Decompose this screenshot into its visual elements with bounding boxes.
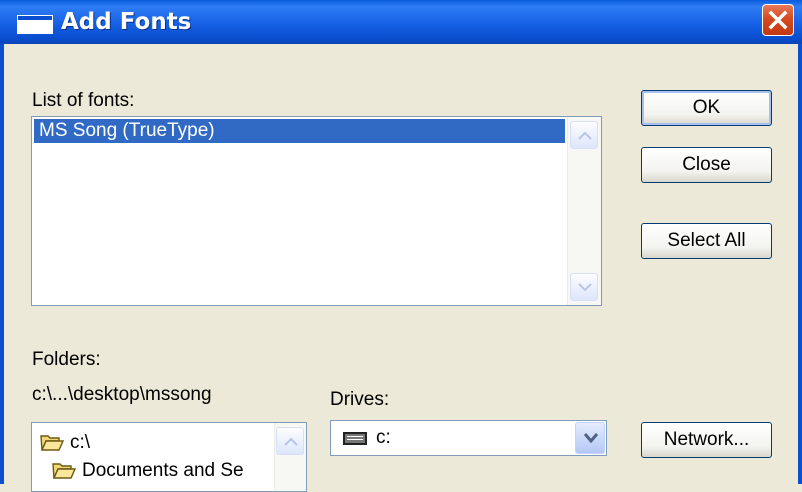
folder-label: Documents and Se	[82, 460, 244, 481]
chevron-up-icon	[578, 131, 592, 140]
chevron-up-icon	[284, 437, 298, 446]
chevron-down-icon	[578, 283, 592, 292]
title-bar[interactable]: Add Fonts	[0, 0, 802, 44]
chevron-down-icon	[584, 433, 598, 443]
select-all-button[interactable]: Select All	[641, 223, 772, 259]
folders-scrollbar[interactable]	[274, 423, 306, 491]
current-folder-path: c:\...\desktop\mssong	[32, 384, 212, 405]
window-frame-right	[798, 44, 802, 484]
close-icon	[768, 10, 788, 30]
drive-icon	[343, 432, 367, 445]
drives-selected-value: c:	[376, 427, 391, 448]
window-title: Add Fonts	[61, 9, 192, 35]
close-button[interactable]: Close	[641, 147, 772, 183]
open-folder-icon	[40, 435, 64, 451]
drives-dropdown-button[interactable]	[575, 422, 605, 454]
window-frame-left	[0, 44, 4, 484]
drives-dropdown[interactable]: c:	[330, 420, 607, 456]
drives-label: Drives:	[330, 389, 390, 410]
fonts-list-label: List of fonts:	[32, 90, 135, 111]
scroll-up-button[interactable]	[276, 427, 304, 455]
folder-label: c:\	[70, 432, 91, 453]
scroll-up-button[interactable]	[570, 121, 598, 149]
close-window-button[interactable]	[762, 4, 794, 36]
list-item[interactable]: MS Song (TrueType)	[34, 119, 565, 143]
window-icon	[18, 16, 52, 33]
folders-label: Folders:	[32, 349, 101, 370]
ok-button[interactable]: OK	[641, 90, 772, 126]
folders-tree[interactable]: c:\ Documents and Se	[31, 422, 307, 492]
open-folder-icon	[52, 463, 76, 479]
network-button[interactable]: Network...	[641, 422, 772, 458]
fonts-list-scrollbar[interactable]	[567, 117, 601, 305]
fonts-listbox[interactable]: MS Song (TrueType)	[31, 116, 602, 306]
scroll-down-button[interactable]	[570, 273, 598, 301]
